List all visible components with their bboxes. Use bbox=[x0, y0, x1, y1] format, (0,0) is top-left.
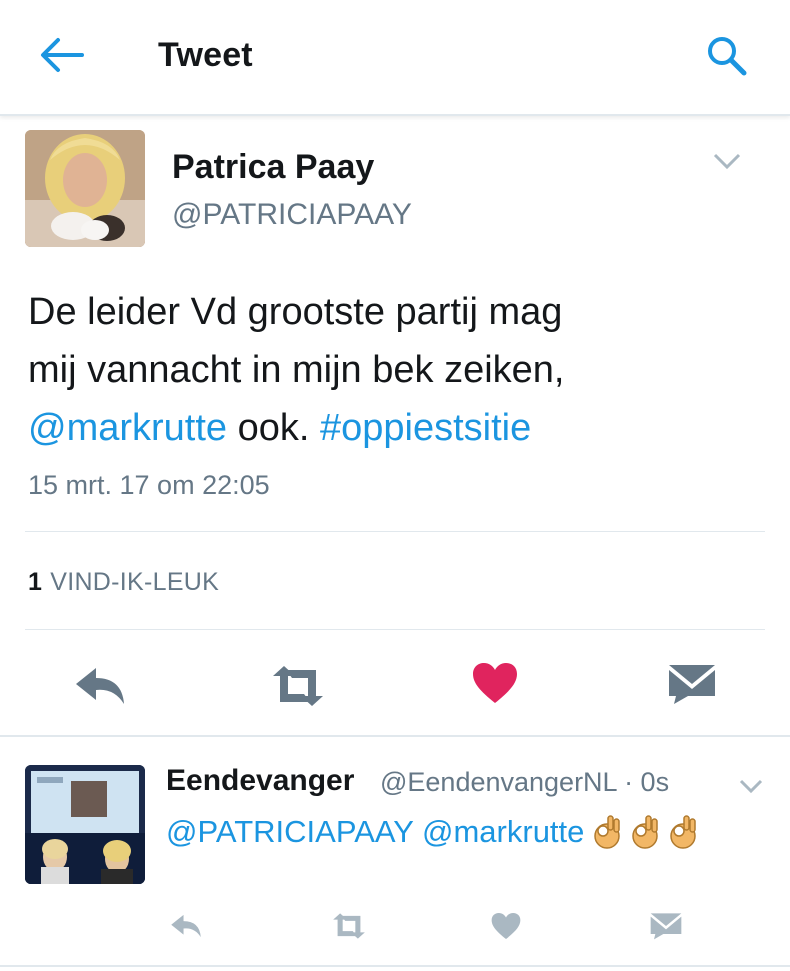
heart-icon[interactable] bbox=[491, 912, 521, 940]
mention-link[interactable]: @markrutte bbox=[28, 407, 227, 449]
author-name[interactable]: Patrica Paay bbox=[172, 148, 374, 187]
divider bbox=[25, 531, 765, 532]
chevron-down-icon[interactable] bbox=[712, 150, 742, 172]
tweet-timestamp: 15 mrt. 17 om 22:05 bbox=[28, 470, 270, 500]
back-arrow-icon[interactable] bbox=[38, 35, 84, 75]
message-icon[interactable] bbox=[650, 912, 682, 940]
chevron-down-icon[interactable] bbox=[738, 777, 764, 795]
avatar[interactable] bbox=[25, 130, 145, 247]
message-icon[interactable] bbox=[668, 664, 716, 704]
divider bbox=[0, 965, 790, 967]
retweet-icon[interactable] bbox=[330, 913, 368, 939]
author-handle[interactable]: @PATRICIAPAAY bbox=[172, 198, 412, 232]
reply-icon[interactable] bbox=[74, 666, 126, 706]
hashtag-link[interactable]: #oppiestsitie bbox=[320, 407, 531, 449]
top-bar: Tweet bbox=[0, 0, 790, 116]
like-count-label: VIND-IK-LEUK bbox=[50, 568, 220, 596]
reply-mention-markrutte[interactable]: @markrutte bbox=[422, 814, 584, 849]
tweet-text-line1: De leider Vd grootste partij mag bbox=[28, 291, 563, 333]
page-title: Tweet bbox=[158, 36, 253, 74]
ok-hand-emoji bbox=[594, 815, 621, 849]
tweet-text-line2: mij vannacht in mijn bek zeiken, bbox=[28, 349, 565, 391]
reply-avatar[interactable] bbox=[25, 765, 145, 884]
reply-mention-patriciapaay[interactable]: @PATRICIAPAAY bbox=[166, 814, 413, 849]
divider bbox=[0, 735, 790, 737]
likes-count[interactable]: 1 VIND-IK-LEUK bbox=[28, 568, 219, 597]
reply-author-name[interactable]: Eendevanger bbox=[166, 764, 354, 798]
tweet-text: De leider Vd grootste partij mag mij van… bbox=[28, 283, 728, 457]
retweet-icon[interactable] bbox=[268, 666, 328, 706]
ok-hand-emoji bbox=[632, 815, 659, 849]
divider bbox=[25, 629, 765, 630]
heart-icon[interactable] bbox=[472, 662, 518, 704]
reply-handle-time[interactable]: @EendenvangerNL · 0s bbox=[380, 767, 669, 798]
reply-text: @PATRICIAPAAY @markrutte bbox=[166, 812, 698, 852]
reply-icon[interactable] bbox=[170, 913, 202, 939]
like-count-number: 1 bbox=[28, 568, 43, 596]
tweet-text-mid: ook. bbox=[227, 407, 321, 449]
search-icon[interactable] bbox=[705, 34, 749, 78]
ok-hand-emoji bbox=[670, 815, 697, 849]
